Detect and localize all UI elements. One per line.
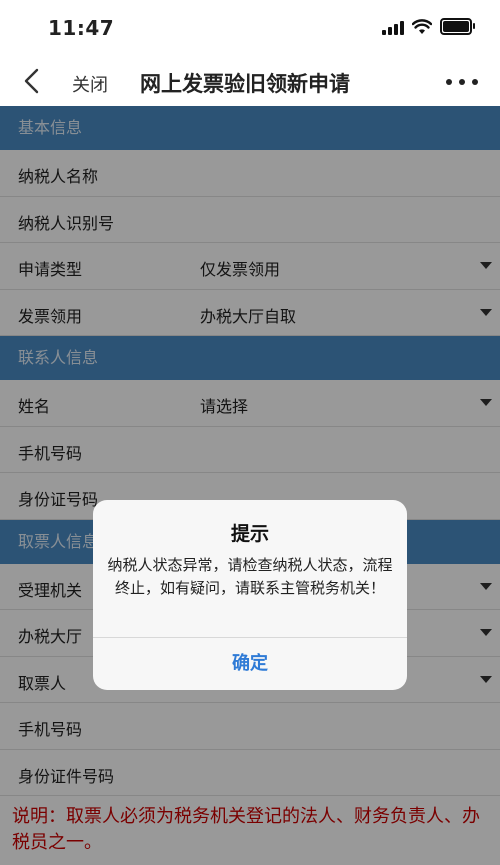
page-title: 网上发票验旧领新申请 — [140, 72, 350, 96]
signal-icon — [382, 19, 404, 35]
wifi-icon — [412, 18, 432, 34]
status-time: 11:47 — [48, 16, 115, 40]
battery-icon — [440, 18, 475, 35]
confirm-button[interactable]: 确定 — [93, 637, 407, 690]
back-chevron-icon[interactable] — [18, 64, 48, 98]
modal-overlay — [0, 106, 500, 865]
more-dots-icon[interactable] — [446, 70, 478, 94]
close-button[interactable]: 关闭 — [72, 71, 108, 97]
dialog-title: 提示 — [230, 523, 269, 545]
status-icons — [382, 18, 475, 35]
nav-bar: 关闭 网上发票验旧领新申请 — [0, 58, 500, 106]
alert-dialog: 提示 纳税人状态异常，请检查纳税人状态，流程终止，如有疑问，请联系主管税务机关！… — [93, 500, 407, 690]
status-bar: 11:47 — [0, 0, 500, 58]
dialog-message: 纳税人状态异常，请检查纳税人状态，流程终止，如有疑问，请联系主管税务机关！ — [107, 556, 393, 597]
